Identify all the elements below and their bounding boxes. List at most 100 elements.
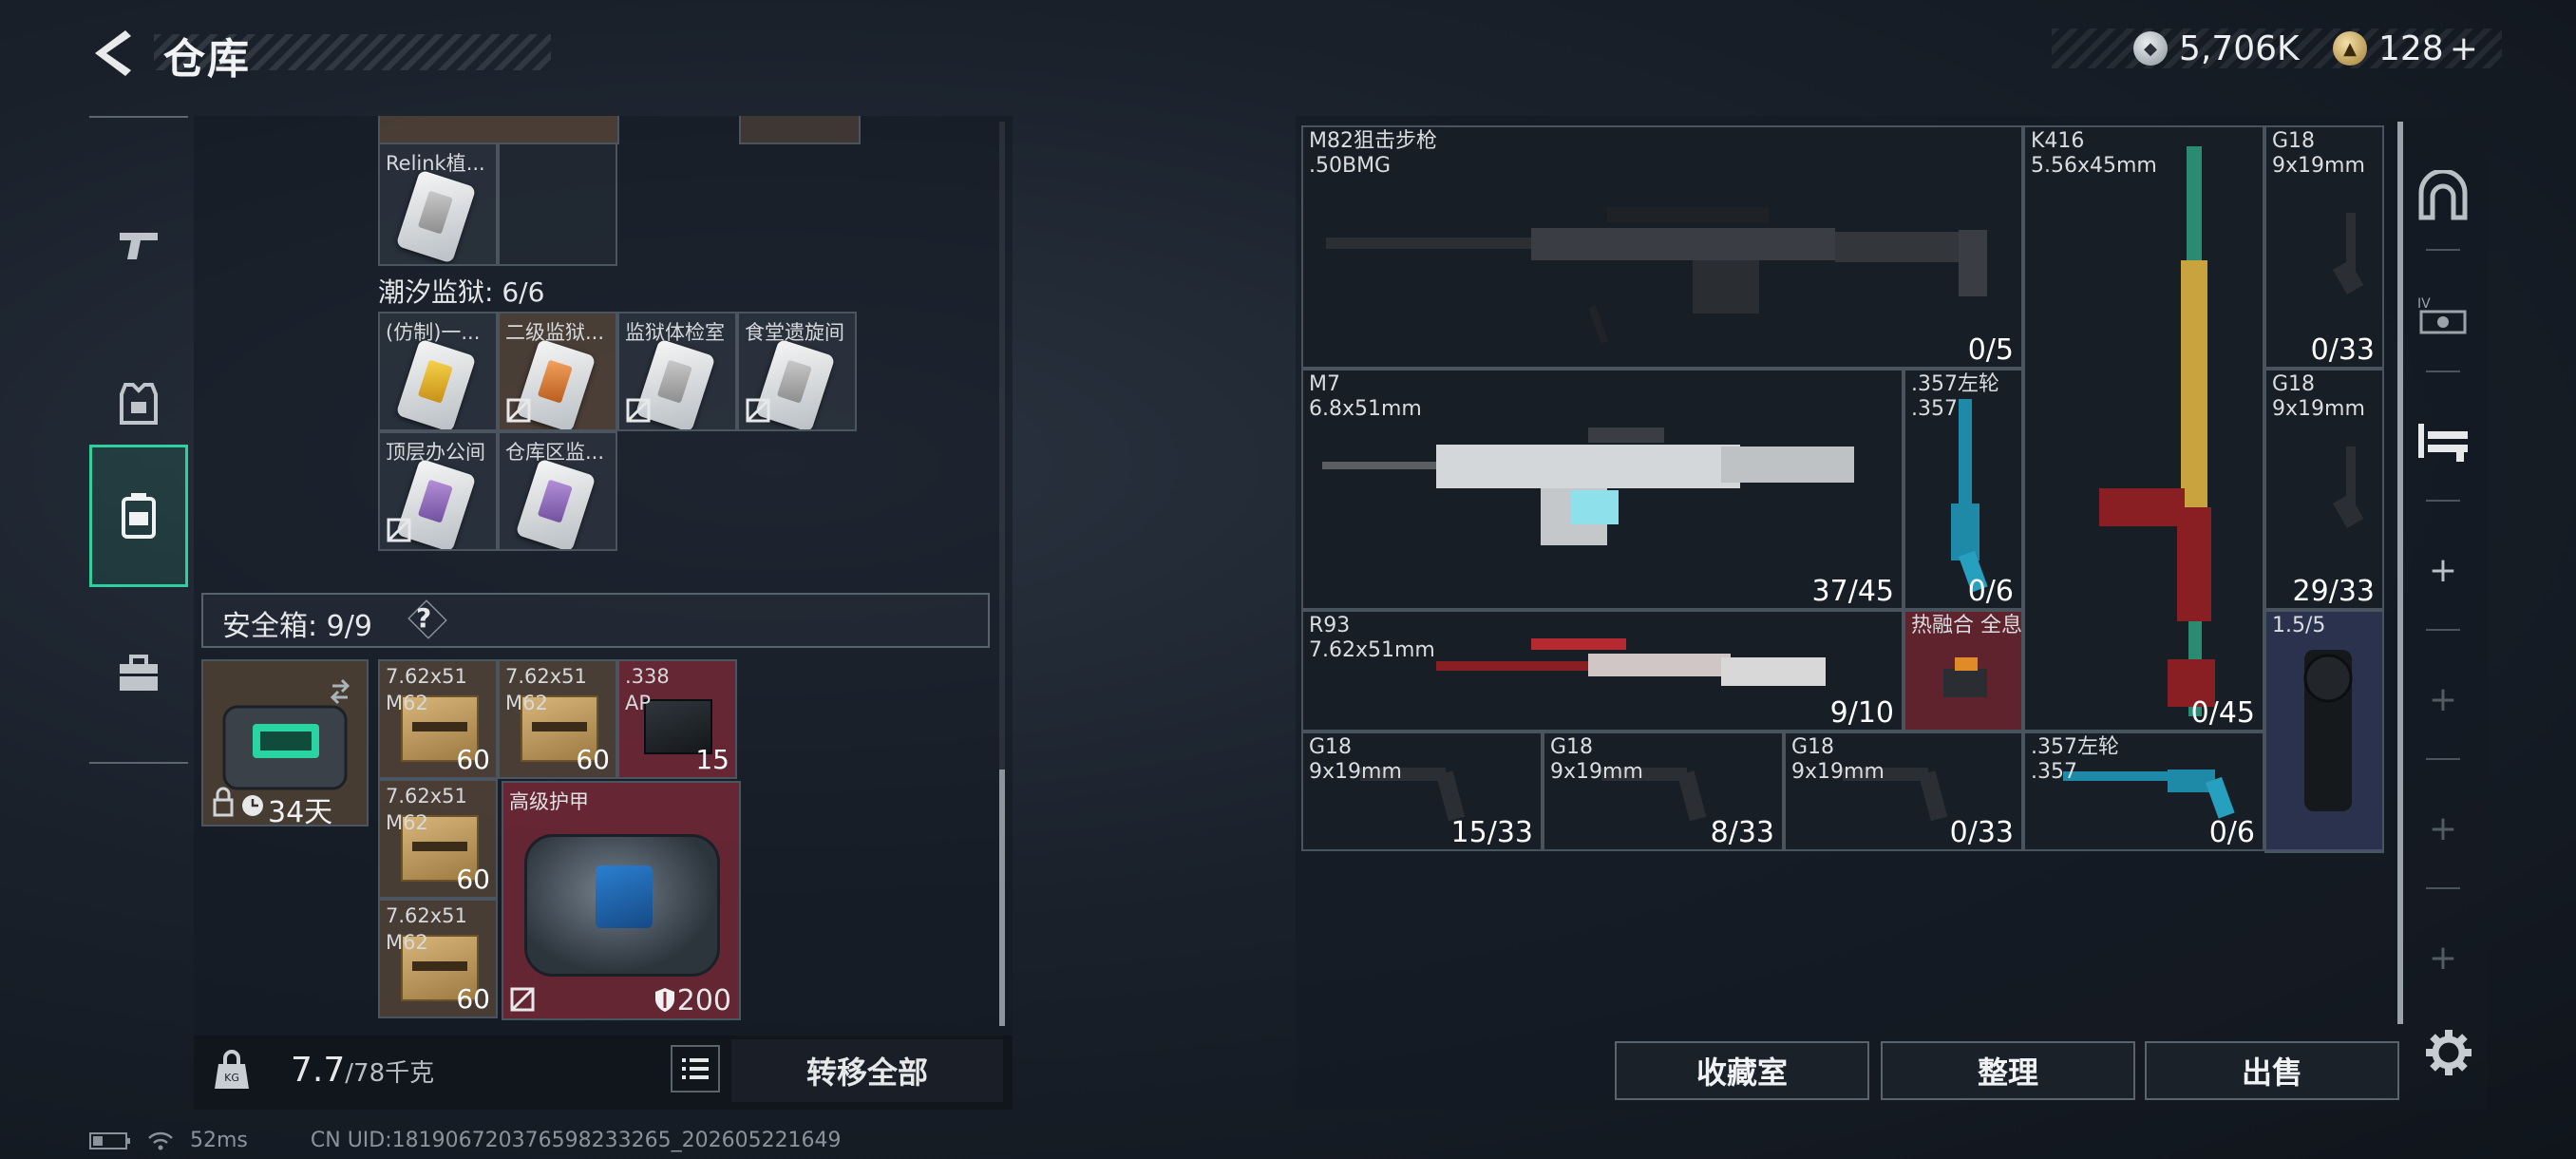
stash-tab-1[interactable] (2413, 158, 2473, 234)
partial-row-top-right (739, 116, 861, 144)
sell-button[interactable]: 出售 (2145, 1041, 2399, 1100)
keycard-icon (515, 458, 597, 549)
weight-icon: KG (215, 1050, 249, 1089)
safe-slot-armor[interactable]: 高级护甲 200 (502, 781, 741, 1020)
inventory-slot-key-3[interactable]: 监狱体检室 (617, 312, 737, 431)
assault-rifle-icon (2099, 146, 2215, 716)
loadout-iv-icon: IV (2417, 296, 2467, 334)
stash-item-g18-e[interactable]: G18 9x19mm 0/33 (1784, 732, 2023, 851)
gold-add-button[interactable]: + (2450, 29, 2478, 68)
weapon-ammo-count: 29/33 (2292, 575, 2375, 608)
battery-icon (89, 1131, 130, 1150)
keycard-icon (395, 338, 477, 429)
safe-slot-ammo-5[interactable]: 7.62x51 M62 60 (378, 899, 498, 1018)
item-subname: M62 (386, 931, 428, 954)
svg-text:KG: KG (224, 1072, 239, 1084)
item-subname: M62 (386, 811, 428, 834)
item-subname: AP (625, 692, 652, 714)
scope-icon (2303, 650, 2353, 811)
partial-row-top (378, 116, 619, 144)
stash-item-revolver-b[interactable]: .357左轮 .357 0/6 (2023, 732, 2264, 851)
item-subname: M62 (386, 692, 428, 714)
weapon-name: G18 9x19mm (1309, 735, 1402, 784)
status-bar: 52ms CN UID:1819067203765982332​65_20260… (89, 1129, 842, 1152)
add-page-button-4[interactable]: + (2413, 920, 2473, 996)
inventory-slot-key-2[interactable]: 二级监狱... (498, 312, 617, 431)
item-name: 高级护甲 (509, 790, 589, 813)
safe-slot-ammo-1[interactable]: 7.62x51 M62 60 (378, 659, 498, 779)
nav-weapons[interactable] (89, 175, 188, 317)
item-name: 7.62x51 (386, 785, 467, 808)
shield-icon (655, 988, 674, 1012)
stash-item-scope[interactable]: 1.5/5 (2264, 610, 2384, 853)
stash-tab-3[interactable] (2413, 403, 2473, 479)
inventory-slot-key-5[interactable]: 顶层办公间 (378, 431, 498, 551)
safe-box-container[interactable]: 34天 (201, 659, 369, 829)
inventory-scrollbar-thumb[interactable] (999, 770, 1005, 1026)
inventory-slot-key-4[interactable]: 食堂遗旋间 (737, 312, 857, 431)
weapon-name: K416 5.56x45mm (2031, 129, 2157, 178)
weapon-name: G18 9x19mm (2272, 129, 2365, 178)
wifi-icon (148, 1131, 173, 1150)
transfer-all-button[interactable]: 转移全部 (731, 1039, 1003, 1102)
settings-button[interactable] (2420, 1024, 2477, 1081)
add-page-button-2[interactable]: + (2413, 661, 2473, 737)
inventory-slot-empty[interactable] (498, 142, 617, 266)
stash-item-m7[interactable]: M7 6.8x51mm 37/45 (1301, 369, 1904, 610)
stash-item-g18-d[interactable]: G18 9x19mm 8/33 (1543, 732, 1784, 851)
gold-amount: 128 (2378, 28, 2444, 68)
stash-item-r93[interactable]: R93 7.62x51mm 9/10 (1301, 610, 1904, 732)
stash-item-holo-sight[interactable]: 热融合 全息 (1904, 610, 2023, 732)
nav-case[interactable] (89, 602, 188, 745)
inventory-slot-relink[interactable]: Relink植... (378, 142, 498, 266)
item-quantity: 60 (456, 744, 490, 775)
weapon-ammo-count: 0/33 (2310, 333, 2375, 367)
add-page-button-3[interactable]: + (2413, 790, 2473, 866)
attachment-name: 热融合 全息 (1911, 614, 2022, 637)
stash-scrollbar[interactable] (2397, 122, 2403, 1024)
item-quantity: 60 (456, 864, 490, 895)
nav-backpack[interactable] (89, 445, 188, 587)
inventory-slot-key-1[interactable]: (仿制)一... (378, 312, 498, 431)
item-name: 7.62x51 (386, 904, 467, 927)
weapon-ammo-count: 0/5 (1967, 333, 2014, 367)
stash-item-g18-a[interactable]: G18 9x19mm 0/33 (2264, 125, 2384, 369)
list-view-button[interactable] (671, 1045, 720, 1092)
collection-room-button[interactable]: 收藏室 (1615, 1041, 1869, 1100)
stash-tab-2[interactable]: IV (2413, 277, 2473, 353)
weapon-name: G18 9x19mm (1550, 735, 1643, 784)
gold-currency[interactable]: ▲ 128 + (2333, 28, 2478, 68)
armor-bag-icon (524, 834, 720, 977)
uid: CN UID:1819067203765982332​65_2026052216… (310, 1129, 842, 1152)
organize-button[interactable]: 整理 (1881, 1041, 2135, 1100)
add-page-button[interactable]: + (2413, 532, 2473, 608)
list-icon (682, 1058, 709, 1079)
item-quantity: 15 (695, 744, 729, 775)
weapon-name: R93 7.62x51mm (1309, 614, 1435, 662)
weight-capacity: /78千克 (345, 1059, 435, 1088)
stash-item-g18-b[interactable]: G18 9x19mm 29/33 (2264, 369, 2384, 610)
safe-slot-ammo-3[interactable]: .338 AP 15 (617, 659, 737, 779)
armor-durability: 200 (676, 984, 731, 1017)
weight-readout: 7.7/78千克 (291, 1051, 434, 1090)
no-insure-icon (510, 987, 535, 1012)
item-name: .338 (625, 665, 670, 688)
stash-item-revolver-a[interactable]: .357左轮 .357 0/6 (1904, 369, 2023, 610)
silver-amount: 5,706K (2179, 28, 2300, 68)
weapons-rack-icon (2418, 424, 2468, 462)
no-insure-icon (506, 398, 531, 423)
safe-slot-ammo-4[interactable]: 7.62x51 M62 60 (378, 779, 498, 899)
inventory-slot-key-6[interactable]: 仓库区监... (498, 431, 617, 551)
stash-item-m82[interactable]: M82狙击步枪 .50BMG 0/5 (1301, 125, 2023, 369)
item-subname: M62 (505, 692, 548, 714)
plus-icon: + (2428, 550, 2458, 590)
weapon-name: M82狙击步枪 .50BMG (1309, 129, 1437, 178)
safe-slot-ammo-2[interactable]: 7.62x51 M62 60 (498, 659, 617, 779)
keycard-icon (395, 169, 477, 264)
weapon-ammo-count: 0/33 (1949, 816, 2014, 849)
back-button[interactable] (87, 27, 135, 80)
stash-item-k416[interactable]: K416 5.56x45mm 0/45 (2023, 125, 2264, 732)
stash-item-g18-c[interactable]: G18 9x19mm 15/33 (1301, 732, 1543, 851)
plus-icon: + (2428, 938, 2458, 978)
help-button[interactable]: ? (416, 602, 431, 634)
